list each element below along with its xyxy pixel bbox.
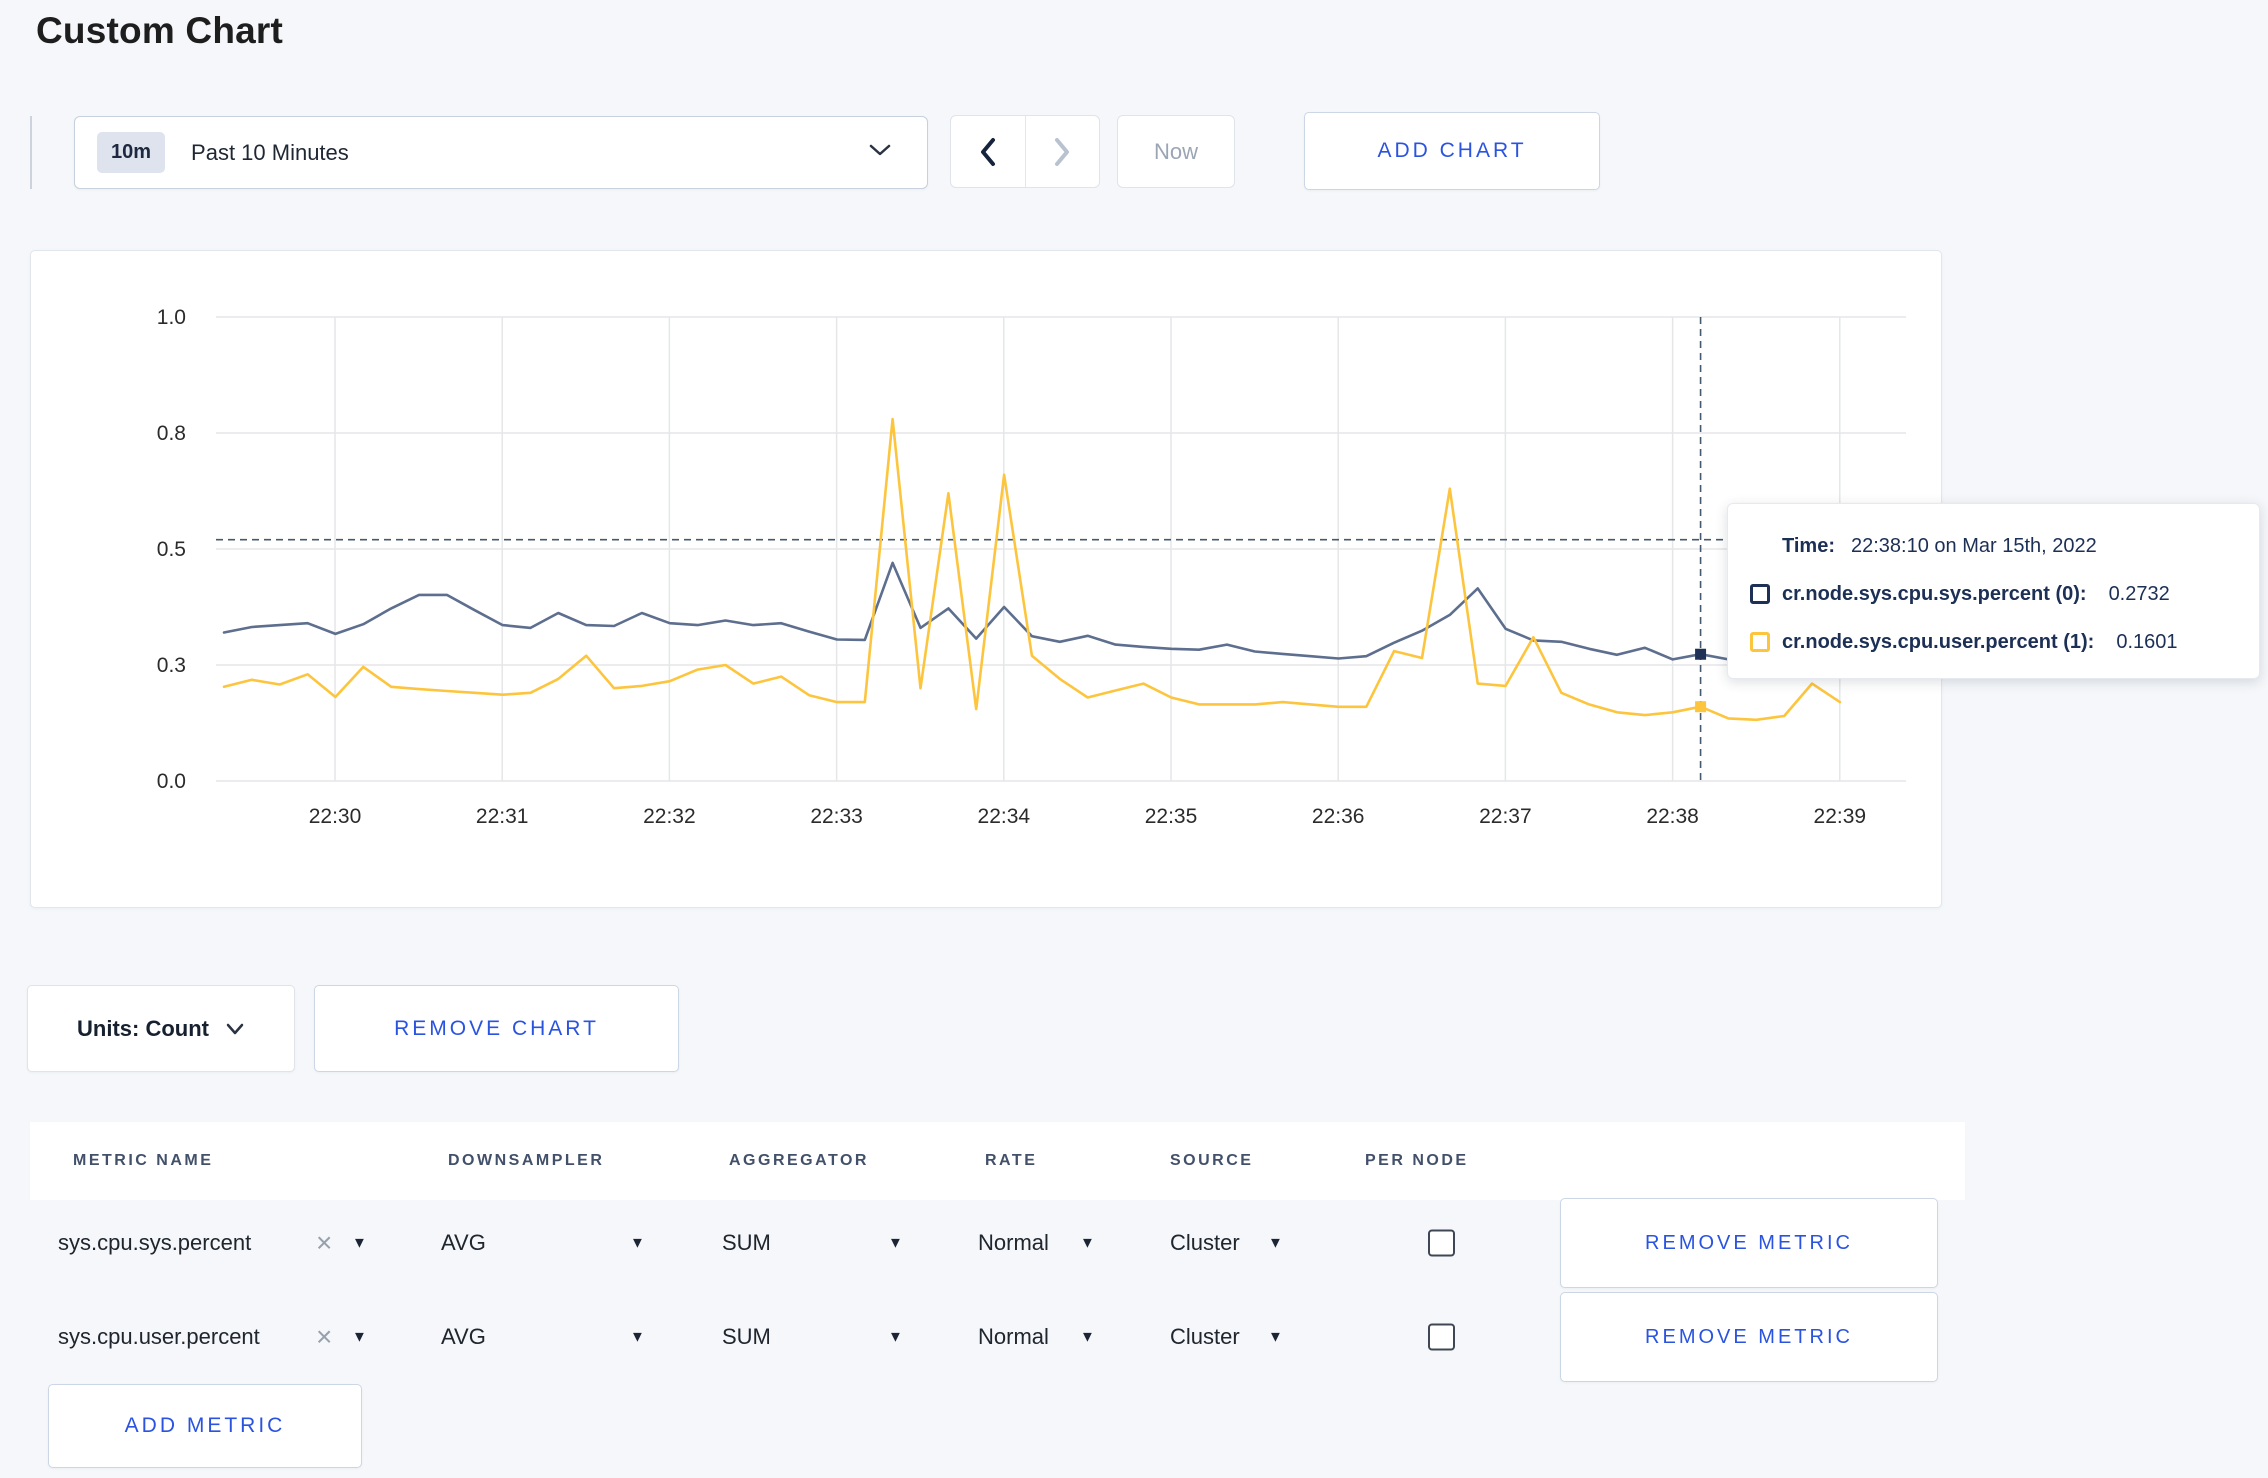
x-axis-tick-label: 22:30 [309, 805, 362, 828]
tooltip-time-value: 22:38:10 on Mar 15th, 2022 [1850, 534, 2097, 557]
chart-tooltip: Time: 22:38:10 on Mar 15th, 2022 cr.node… [1727, 503, 2260, 679]
rate-value[interactable]: Normal [978, 1324, 1049, 1350]
column-header: DOWNSAMPLER [448, 1152, 605, 1169]
aggregator-value[interactable]: SUM [722, 1230, 771, 1256]
clear-metric-icon[interactable]: × [316, 1229, 332, 1257]
downsampler-value[interactable]: AVG [441, 1324, 486, 1350]
chevron-left-icon [980, 137, 995, 166]
downsampler-value[interactable]: AVG [441, 1230, 486, 1256]
crosshair-point-marker [1695, 648, 1707, 660]
y-axis-tick-label: 0.0 [157, 770, 186, 793]
chevron-right-icon [1055, 137, 1070, 166]
metric-name-value[interactable]: sys.cpu.sys.percent [58, 1230, 251, 1256]
tooltip-time-row: Time: 22:38:10 on Mar 15th, 2022 [1750, 522, 2259, 570]
column-header: AGGREGATOR [729, 1152, 869, 1169]
x-axis-tick-label: 22:39 [1814, 805, 1867, 828]
tooltip-series-label: cr.node.sys.cpu.sys.percent (0): [1782, 582, 2087, 605]
tooltip-series-value: 0.1601 [2116, 630, 2178, 653]
y-axis-tick-label: 0.8 [157, 422, 186, 445]
source-caret-icon[interactable]: ▼ [1268, 1235, 1283, 1252]
per-node-checkbox[interactable] [1428, 1229, 1455, 1257]
column-header: SOURCE [1170, 1152, 1254, 1169]
add-metric-button[interactable]: ADD METRIC [48, 1384, 362, 1468]
metrics-table-header: METRIC NAME DOWNSAMPLER AGGREGATOR RATE SOUR… [30, 1122, 1965, 1200]
time-back-button[interactable] [951, 116, 1026, 187]
source-value[interactable]: Cluster [1170, 1230, 1240, 1256]
time-nav-arrows [950, 115, 1100, 188]
time-forward-button[interactable] [1026, 116, 1100, 187]
tooltip-series-row: cr.node.sys.cpu.sys.percent (0): 0.2732 [1750, 570, 2259, 618]
metric-row: sys.cpu.user.percent × ▼ AVG ▼ SUM ▼ Nor… [0, 1292, 2268, 1382]
x-axis-tick-label: 22:34 [978, 805, 1031, 828]
x-axis-tick-label: 22:32 [643, 805, 696, 828]
chart-card: 0.0 0.3 0.5 0.8 1.0 22:30 22:31 22:32 22:33 22:34… [30, 250, 1942, 908]
downsampler-caret-icon[interactable]: ▼ [630, 1235, 645, 1252]
time-range-dropdown[interactable]: 10m Past 10 Minutes [74, 116, 928, 189]
clear-metric-icon[interactable]: × [316, 1323, 332, 1351]
crosshair-point-marker [1695, 701, 1707, 713]
add-chart-button[interactable]: ADD CHART [1304, 112, 1600, 190]
x-axis-tick-label: 22:33 [810, 805, 863, 828]
x-axis-tick-label: 22:37 [1479, 805, 1532, 828]
column-header: RATE [985, 1152, 1038, 1169]
time-range-badge: 10m [97, 132, 166, 173]
series-swatch-icon [1750, 632, 1770, 652]
metric-name-caret-icon[interactable]: ▼ [352, 1235, 367, 1252]
rate-value[interactable]: Normal [978, 1230, 1049, 1256]
aggregator-caret-icon[interactable]: ▼ [888, 1329, 903, 1346]
rate-caret-icon[interactable]: ▼ [1080, 1329, 1095, 1346]
x-axis-tick-label: 22:31 [476, 805, 529, 828]
remove-chart-button[interactable]: REMOVE CHART [314, 985, 679, 1072]
rate-caret-icon[interactable]: ▼ [1080, 1235, 1095, 1252]
remove-metric-button[interactable]: REMOVE METRIC [1560, 1198, 1938, 1288]
source-caret-icon[interactable]: ▼ [1268, 1329, 1283, 1346]
chevron-down-icon [226, 1023, 244, 1034]
source-value[interactable]: Cluster [1170, 1324, 1240, 1350]
toolbar-divider [30, 116, 32, 189]
custom-chart-page: Custom Chart 10m Past 10 Minutes Now ADD… [0, 0, 2268, 1478]
series-line [222, 561, 1842, 661]
y-axis-tick-label: 0.5 [157, 538, 186, 561]
tooltip-time-label: Time: [1782, 534, 1835, 557]
column-header: METRIC NAME [73, 1152, 214, 1169]
per-node-checkbox[interactable] [1428, 1323, 1455, 1351]
column-header: PER NODE [1365, 1152, 1469, 1169]
metric-name-value[interactable]: sys.cpu.user.percent [58, 1324, 260, 1350]
time-range-label: Past 10 Minutes [191, 139, 349, 165]
series-swatch-icon [1750, 584, 1770, 604]
aggregator-caret-icon[interactable]: ▼ [888, 1235, 903, 1252]
y-axis-tick-label: 1.0 [157, 306, 186, 329]
tooltip-series-row: cr.node.sys.cpu.user.percent (1): 0.1601 [1750, 618, 2259, 666]
y-axis-tick-label: 0.3 [157, 654, 186, 677]
units-select-label: Units: Count [77, 1015, 209, 1041]
page-title: Custom Chart [36, 10, 284, 51]
metric-name-caret-icon[interactable]: ▼ [352, 1329, 367, 1346]
downsampler-caret-icon[interactable]: ▼ [630, 1329, 645, 1346]
x-axis-tick-label: 22:38 [1646, 805, 1699, 828]
now-button[interactable]: Now [1117, 115, 1235, 188]
aggregator-value[interactable]: SUM [722, 1324, 771, 1350]
x-axis-tick-label: 22:36 [1312, 805, 1365, 828]
tooltip-series-label: cr.node.sys.cpu.user.percent (1): [1782, 630, 2095, 653]
metric-row: sys.cpu.sys.percent × ▼ AVG ▼ SUM ▼ Norm… [0, 1198, 2268, 1288]
remove-metric-button[interactable]: REMOVE METRIC [1560, 1292, 1938, 1382]
timeseries-chart[interactable]: 0.0 0.3 0.5 0.8 1.0 22:30 22:31 22:32 22:33 22:34… [31, 251, 1943, 909]
x-axis-tick-label: 22:35 [1145, 805, 1198, 828]
series-line [222, 417, 1842, 722]
tooltip-series-value: 0.2732 [2108, 582, 2170, 605]
units-select[interactable]: Units: Count [27, 985, 295, 1072]
chevron-down-icon [867, 141, 893, 164]
